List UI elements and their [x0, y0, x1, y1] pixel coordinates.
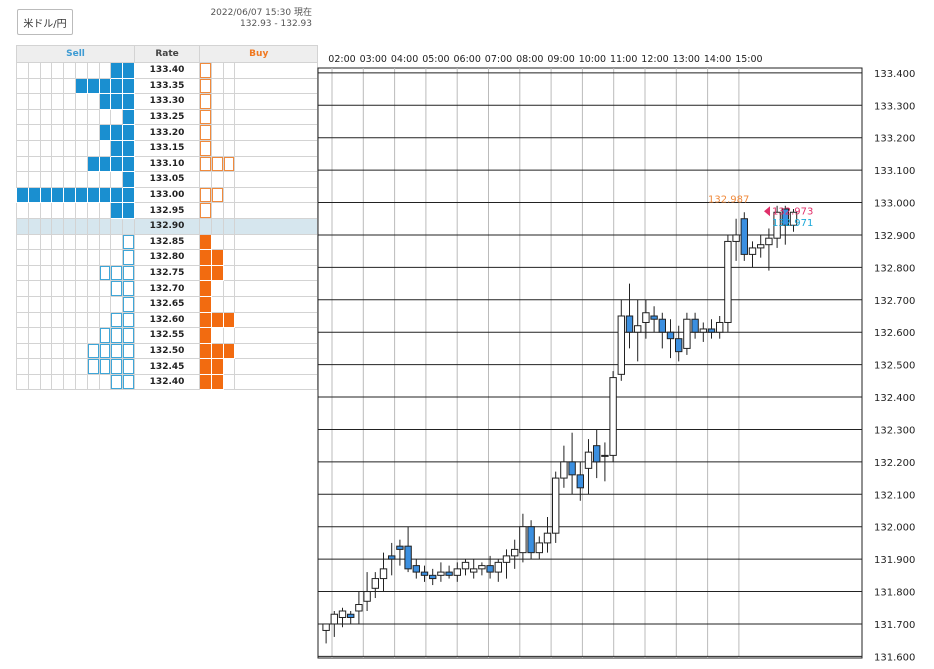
- candle-body: [486, 565, 494, 573]
- y-tick-label: 132.400: [874, 393, 915, 404]
- candle-body: [363, 591, 371, 602]
- candle-body: [716, 321, 724, 333]
- x-tick-label: 02:00: [328, 54, 355, 65]
- candle-body: [388, 555, 396, 560]
- x-tick-label: 13:00: [673, 54, 700, 65]
- candle-body: [601, 454, 609, 457]
- y-tick-label: 132.000: [874, 523, 915, 534]
- candle-body: [379, 568, 388, 580]
- candle-body: [445, 571, 453, 576]
- candle-body: [560, 461, 568, 479]
- candle-body: [625, 315, 634, 333]
- y-tick-label: 132.700: [874, 296, 915, 307]
- candle-body: [683, 318, 691, 349]
- candle-body: [666, 331, 675, 340]
- candle-body: [691, 318, 699, 333]
- candle-body: [576, 474, 584, 489]
- y-tick-label: 131.600: [874, 652, 915, 663]
- x-tick-label: 11:00: [610, 54, 637, 65]
- y-tick-label: 133.000: [874, 199, 915, 210]
- y-tick-label: 133.300: [874, 101, 915, 112]
- y-tick-label: 132.800: [874, 263, 915, 274]
- candle-body: [470, 568, 478, 573]
- candle-body: [330, 613, 339, 625]
- y-tick-label: 132.200: [874, 458, 915, 469]
- x-tick-label: 04:00: [391, 54, 418, 65]
- candle-body: [740, 218, 748, 255]
- candle-body: [552, 477, 560, 534]
- candle-body: [732, 234, 740, 242]
- x-tick-label: 06:00: [454, 54, 481, 65]
- y-tick-label: 132.300: [874, 425, 915, 436]
- candle-body: [568, 461, 576, 476]
- candle-body: [724, 240, 732, 323]
- y-tick-label: 131.800: [874, 588, 915, 599]
- candle-body: [404, 545, 412, 570]
- candle-body: [543, 532, 552, 544]
- candle-body: [584, 451, 593, 469]
- candle-body: [707, 328, 716, 333]
- x-tick-label: 09:00: [547, 54, 574, 65]
- candle-body: [658, 318, 666, 333]
- candle-body: [748, 247, 757, 255]
- y-tick-label: 132.500: [874, 361, 915, 372]
- candle-body: [338, 610, 347, 618]
- y-tick-label: 132.100: [874, 490, 915, 501]
- candle-body: [453, 568, 462, 576]
- candle-body: [494, 561, 503, 573]
- y-tick-label: 131.700: [874, 620, 915, 631]
- candle-body: [511, 548, 519, 557]
- candle-body: [642, 312, 650, 323]
- x-tick-label: 05:00: [422, 54, 449, 65]
- candle-body: [765, 237, 773, 246]
- candle-body: [617, 315, 625, 375]
- y-tick-label: 132.900: [874, 231, 915, 242]
- candle-body: [322, 623, 330, 631]
- candle-body: [461, 561, 470, 570]
- high-price-label: 132.987: [708, 195, 749, 206]
- y-tick-label: 133.100: [874, 166, 915, 177]
- candle-body: [420, 571, 429, 576]
- x-tick-label: 03:00: [360, 54, 387, 65]
- candle-body: [396, 545, 404, 550]
- ask-price-label: 132.973: [772, 206, 813, 217]
- candle-body: [519, 526, 527, 554]
- y-tick-label: 132.600: [874, 328, 915, 339]
- x-tick-label: 10:00: [579, 54, 606, 65]
- y-tick-label: 133.200: [874, 134, 915, 145]
- x-tick-label: 07:00: [485, 54, 512, 65]
- candle-body: [757, 244, 765, 249]
- y-tick-label: 133.400: [874, 69, 915, 80]
- candle-body: [675, 338, 683, 353]
- candle-body: [527, 526, 535, 554]
- plot-area: [317, 67, 863, 659]
- x-tick-label: 08:00: [516, 54, 543, 65]
- candle-body: [412, 565, 421, 573]
- candle-body: [699, 328, 707, 333]
- bid-price-label: 132.971: [772, 218, 813, 229]
- candle-body: [437, 571, 445, 576]
- candle-body: [429, 574, 437, 580]
- candle-body: [593, 445, 601, 463]
- x-tick-label: 14:00: [704, 54, 731, 65]
- candle-body: [371, 578, 380, 589]
- candle-body: [535, 542, 543, 554]
- candle-body: [502, 555, 511, 563]
- x-tick-label: 15:00: [735, 54, 762, 65]
- candle-body: [609, 377, 617, 456]
- candle-body: [347, 613, 355, 618]
- x-tick-label: 12:00: [641, 54, 668, 65]
- candle-body: [478, 565, 486, 570]
- candlestick-chart: 02:00 03:00 04:00 05:00 06:00 07:00 08:00 09:00…: [317, 54, 915, 663]
- candle-body: [355, 604, 363, 612]
- y-tick-label: 131.900: [874, 555, 915, 566]
- candle-body: [650, 315, 658, 320]
- candle-body: [634, 325, 642, 333]
